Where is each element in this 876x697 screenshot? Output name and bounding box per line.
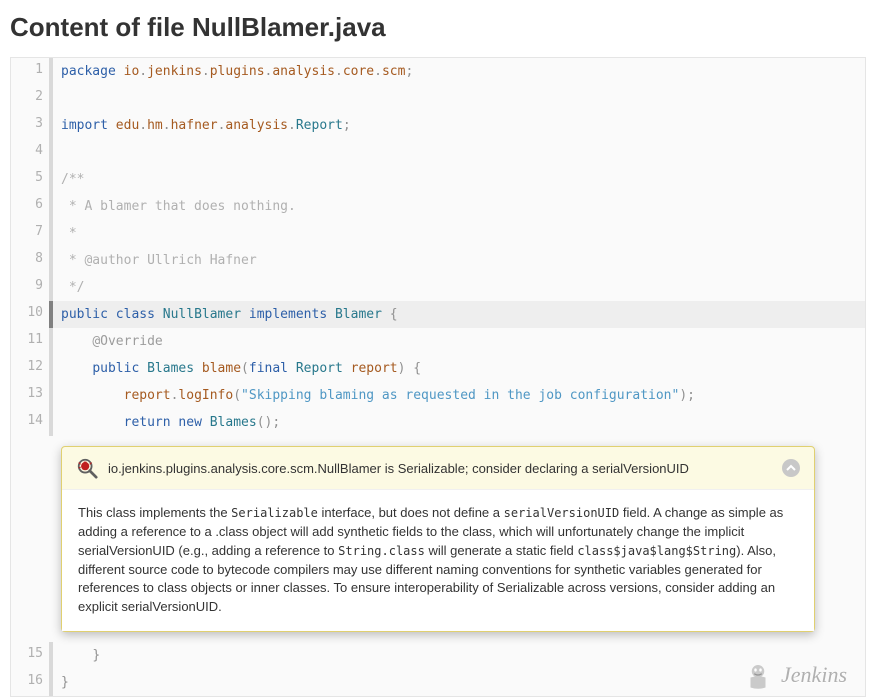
code-line[interactable]: 5/** <box>11 166 865 193</box>
code-source: @Override <box>53 328 865 355</box>
line-number: 9 <box>11 274 49 301</box>
line-number: 8 <box>11 247 49 274</box>
code-line[interactable]: 2 <box>11 85 865 112</box>
code-source: import edu.hm.hafner.analysis.Report; <box>53 112 865 139</box>
code-line[interactable]: 1package io.jenkins.plugins.analysis.cor… <box>11 58 865 85</box>
code-source: package io.jenkins.plugins.analysis.core… <box>53 58 865 85</box>
code-lines-bottom: 15 }16} <box>11 642 865 696</box>
code-line[interactable]: 11 @Override <box>11 328 865 355</box>
code-line[interactable]: 12 public Blames blame(final Report repo… <box>11 355 865 382</box>
code-source <box>53 85 865 112</box>
line-number: 14 <box>11 409 49 436</box>
code-source: /** <box>53 166 865 193</box>
code-line[interactable]: 9 */ <box>11 274 865 301</box>
jenkins-logo-icon <box>743 660 773 690</box>
code-line[interactable]: 4 <box>11 139 865 166</box>
code-source: public Blames blame(final Report report)… <box>53 355 865 382</box>
code-line[interactable]: 14 return new Blames(); <box>11 409 865 436</box>
chevron-up-icon <box>786 463 796 473</box>
page-title: Content of file NullBlamer.java <box>10 12 866 43</box>
code-source: * A blamer that does nothing. <box>53 193 865 220</box>
line-number: 7 <box>11 220 49 247</box>
code-line[interactable]: 13 report.logInfo("Skipping blaming as r… <box>11 382 865 409</box>
code-line[interactable]: 7 * <box>11 220 865 247</box>
code-source: return new Blames(); <box>53 409 865 436</box>
line-number: 13 <box>11 382 49 409</box>
code-line[interactable]: 6 * A blamer that does nothing. <box>11 193 865 220</box>
code-literal: serialVersionUID <box>504 506 620 520</box>
code-source: report.logInfo("Skipping blaming as requ… <box>53 382 865 409</box>
line-number: 2 <box>11 85 49 112</box>
line-number: 11 <box>11 328 49 355</box>
line-number: 4 <box>11 139 49 166</box>
warning-tooltip: io.jenkins.plugins.analysis.core.scm.Nul… <box>61 446 815 632</box>
collapse-button[interactable] <box>782 459 800 477</box>
line-number: 3 <box>11 112 49 139</box>
warning-title: io.jenkins.plugins.analysis.core.scm.Nul… <box>108 461 772 476</box>
line-number: 10 <box>11 301 49 328</box>
jenkins-watermark-label: Jenkins <box>781 662 847 688</box>
code-line[interactable]: 10public class NullBlamer implements Bla… <box>11 301 865 328</box>
code-line[interactable]: 3import edu.hm.hafner.analysis.Report; <box>11 112 865 139</box>
code-literal: Serializable <box>231 506 318 520</box>
code-literal: class$java$lang$String <box>577 544 736 558</box>
code-source: * @author Ullrich Hafner <box>53 247 865 274</box>
line-number: 6 <box>11 193 49 220</box>
code-literal: String.class <box>338 544 425 558</box>
line-number: 5 <box>11 166 49 193</box>
warning-body: This class implements the Serializable i… <box>62 490 814 631</box>
code-source <box>53 139 865 166</box>
line-number: 12 <box>11 355 49 382</box>
code-panel: 1package io.jenkins.plugins.analysis.cor… <box>10 57 866 697</box>
line-number: 1 <box>11 58 49 85</box>
code-line[interactable]: 16} <box>11 669 865 696</box>
code-source: public class NullBlamer implements Blame… <box>53 301 865 328</box>
code-line[interactable]: 8 * @author Ullrich Hafner <box>11 247 865 274</box>
bug-magnifier-icon <box>76 457 98 479</box>
jenkins-watermark: Jenkins <box>743 660 847 690</box>
line-number: 15 <box>11 642 49 669</box>
code-lines-top: 1package io.jenkins.plugins.analysis.cor… <box>11 58 865 436</box>
line-number: 16 <box>11 669 49 696</box>
code-source: * <box>53 220 865 247</box>
code-source: */ <box>53 274 865 301</box>
code-line[interactable]: 15 } <box>11 642 865 669</box>
